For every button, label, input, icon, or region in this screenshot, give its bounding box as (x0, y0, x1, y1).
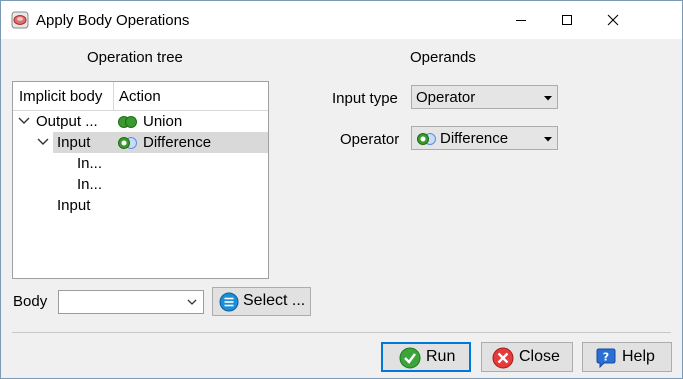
tree-row-name: In... (77, 176, 103, 193)
tree-row-action: Difference (143, 134, 212, 151)
help-button[interactable]: ? Help (582, 342, 672, 372)
check-icon (399, 347, 421, 369)
input-type-label: Input type (332, 90, 398, 107)
difference-icon (118, 137, 137, 149)
title-bar: Apply Body Operations (1, 1, 682, 39)
tree-row-name: Input (57, 197, 91, 214)
tree-row-name: Output ... (36, 113, 98, 130)
close-button[interactable]: Close (481, 342, 573, 372)
tree-header: Implicit body Action (13, 82, 268, 111)
column-separator[interactable] (113, 82, 114, 110)
maximize-button[interactable] (544, 1, 590, 39)
input-type-select[interactable]: Operator (411, 85, 558, 109)
help-icon: ? (596, 348, 616, 369)
column-header-implicit-body[interactable]: Implicit body (19, 88, 113, 105)
minimize-icon (516, 20, 526, 21)
footer-divider (12, 332, 671, 333)
operator-value: Difference (440, 130, 509, 147)
minimize-button[interactable] (498, 1, 544, 39)
chevron-down-icon[interactable] (18, 116, 30, 126)
list-icon (219, 292, 239, 312)
operands-label: Operands (410, 49, 476, 66)
select-body-button[interactable]: Select ... (212, 287, 311, 316)
column-header-action[interactable]: Action (119, 88, 161, 105)
tree-row-output[interactable]: Output ... Union (13, 111, 268, 132)
body-label: Body (13, 293, 48, 310)
close-window-button[interactable] (590, 1, 636, 39)
select-body-button-label: Select ... (243, 292, 306, 309)
operator-select[interactable]: Difference (411, 126, 558, 150)
tree-row-input[interactable]: Input (13, 195, 268, 216)
window-title: Apply Body Operations (36, 12, 190, 29)
help-button-label: Help (622, 348, 655, 365)
tree-row-action: Union (143, 113, 183, 130)
close-circle-icon (492, 347, 514, 369)
svg-text:?: ? (603, 351, 609, 364)
tree-row-input-child[interactable]: In... (13, 174, 268, 195)
close-button-label: Close (519, 348, 560, 365)
tree-row-name: In... (77, 155, 103, 172)
operator-label: Operator (340, 131, 400, 148)
operation-tree-label: Operation tree (87, 49, 183, 66)
body-select[interactable] (58, 290, 204, 314)
operation-tree[interactable]: Implicit body Action Output ... Union In… (12, 81, 269, 279)
dropdown-arrow-icon (544, 137, 552, 142)
maximize-icon (562, 15, 572, 25)
apply-body-operations-window: Apply Body Operations Operation tree Imp… (0, 0, 683, 379)
close-icon (607, 14, 619, 26)
difference-icon (417, 133, 436, 145)
tree-row-input-child[interactable]: In... (13, 153, 268, 174)
tree-row-name: Input (57, 134, 91, 151)
run-button-label: Run (426, 348, 456, 365)
tree-row-input-selected[interactable]: Input Difference (13, 132, 268, 153)
chevron-down-icon (187, 299, 197, 305)
input-type-value: Operator (416, 89, 476, 106)
dropdown-arrow-icon (544, 96, 552, 101)
app-icon (11, 11, 29, 29)
union-icon (118, 116, 137, 128)
chevron-down-icon[interactable] (37, 137, 49, 147)
run-button[interactable]: Run (381, 342, 471, 372)
